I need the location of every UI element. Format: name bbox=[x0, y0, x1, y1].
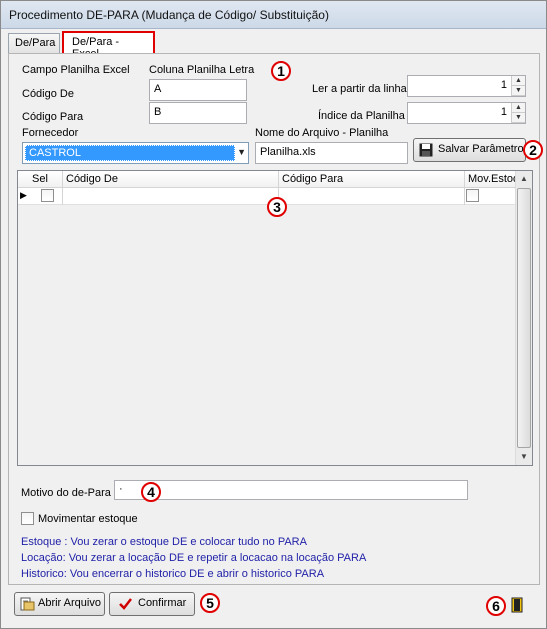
codigo-para-field[interactable]: B bbox=[149, 102, 247, 124]
exit-door-icon[interactable] bbox=[511, 597, 523, 613]
fornecedor-selected-value: CASTROL bbox=[25, 145, 235, 161]
chevron-down-icon[interactable]: ▼ bbox=[237, 147, 246, 157]
annotation-badge-5: 5 bbox=[200, 593, 220, 613]
motivo-field[interactable]: · bbox=[114, 480, 468, 500]
grid-vertical-scrollbar[interactable]: ▲ ▼ bbox=[515, 171, 532, 465]
campo-planilha-label: Campo Planilha Excel bbox=[22, 64, 130, 76]
tab-de-para-excel[interactable]: De/Para - Excel bbox=[62, 31, 155, 60]
checkmark-icon bbox=[119, 598, 132, 610]
scroll-up-icon[interactable]: ▲ bbox=[517, 171, 531, 187]
codigo-de-field[interactable]: A bbox=[149, 79, 247, 101]
coluna-planilha-label: Coluna Planilha Letra bbox=[149, 64, 255, 76]
abrir-arquivo-button[interactable]: Abrir Arquivo bbox=[14, 592, 105, 616]
info-estoque: Estoque : Vou zerar o estoque DE e coloc… bbox=[21, 536, 307, 548]
column-header-codigo-de[interactable]: Código De bbox=[66, 173, 118, 185]
salvar-parametros-button[interactable]: Salvar Parâmetros bbox=[413, 138, 530, 162]
tab-de-para-label: De/Para bbox=[15, 37, 56, 49]
salvar-parametros-label: Salvar Parâmetros bbox=[438, 143, 530, 155]
arquivo-field[interactable]: Planilha.xls bbox=[255, 142, 408, 164]
bottom-toolbar: Abrir Arquivo Confirmar 5 6 bbox=[8, 587, 540, 623]
grid-header: Sel Código De Código Para Mov.Estoque bbox=[18, 171, 531, 188]
row-indicator-icon: ▶ bbox=[20, 190, 27, 200]
indice-planilha-value: 1 bbox=[500, 106, 507, 118]
floppy-disk-icon bbox=[419, 143, 433, 157]
title-bar: Procedimento DE-PARA (Mudança de Código/… bbox=[1, 1, 546, 29]
window-title: Procedimento DE-PARA (Mudança de Código/… bbox=[9, 8, 329, 22]
spin-down-icon[interactable]: ▼ bbox=[512, 86, 525, 96]
spin-up-icon[interactable]: ▲ bbox=[512, 76, 525, 86]
indice-planilha-spin-buttons[interactable]: ▲ ▼ bbox=[511, 103, 525, 123]
annotation-badge-6: 6 bbox=[486, 596, 506, 616]
spin-down-icon[interactable]: ▼ bbox=[512, 113, 525, 123]
column-header-codigo-para[interactable]: Código Para bbox=[282, 173, 343, 185]
column-header-sel[interactable]: Sel bbox=[32, 173, 48, 185]
codigo-para-label: Código Para bbox=[22, 111, 84, 123]
fornecedor-select[interactable]: CASTROL ▼ bbox=[22, 142, 249, 164]
data-grid[interactable]: Sel Código De Código Para Mov.Estoque ▶ … bbox=[17, 170, 533, 466]
codigo-de-label: Código De bbox=[22, 88, 74, 100]
open-file-icon bbox=[20, 597, 35, 611]
annotation-badge-1: 1 bbox=[271, 61, 291, 81]
arquivo-label: Nome do Arquivo - Planilha bbox=[255, 127, 389, 139]
info-locacao: Locação: Vou zerar a locação DE e repeti… bbox=[21, 552, 367, 564]
scroll-down-icon[interactable]: ▼ bbox=[517, 449, 531, 465]
confirmar-label: Confirmar bbox=[138, 597, 187, 609]
main-window: Procedimento DE-PARA (Mudança de Código/… bbox=[0, 0, 547, 629]
indice-planilha-spinner[interactable]: 1 ▲ ▼ bbox=[407, 102, 526, 124]
fornecedor-label: Fornecedor bbox=[22, 127, 79, 139]
annotation-badge-4: 4 bbox=[141, 482, 161, 502]
abrir-arquivo-label: Abrir Arquivo bbox=[38, 597, 101, 609]
indice-planilha-label: Índice da Planilha bbox=[318, 110, 405, 122]
ler-linha-label: Ler a partir da linha bbox=[312, 83, 407, 95]
confirmar-button[interactable]: Confirmar bbox=[109, 592, 195, 616]
movimentar-estoque-label: Movimentar estoque bbox=[38, 513, 138, 525]
annotation-badge-2: 2 bbox=[523, 140, 543, 160]
movimentar-estoque-checkbox[interactable] bbox=[21, 512, 34, 525]
row-sel-checkbox[interactable] bbox=[41, 189, 54, 202]
scrollbar-thumb[interactable] bbox=[517, 188, 531, 448]
tab-panel: Campo Planilha Excel Coluna Planilha Let… bbox=[8, 53, 543, 585]
ler-linha-value: 1 bbox=[500, 79, 507, 91]
info-historico: Historico: Vou encerrar o historico DE e… bbox=[21, 568, 325, 580]
row-mov-estoque-checkbox[interactable] bbox=[466, 189, 479, 202]
annotation-badge-3: 3 bbox=[267, 197, 287, 217]
ler-linha-spinner[interactable]: 1 ▲ ▼ bbox=[407, 75, 526, 97]
motivo-label: Motivo do de-Para bbox=[21, 487, 111, 499]
tab-de-para[interactable]: De/Para bbox=[8, 33, 60, 53]
ler-linha-spin-buttons[interactable]: ▲ ▼ bbox=[511, 76, 525, 96]
spin-up-icon[interactable]: ▲ bbox=[512, 103, 525, 113]
